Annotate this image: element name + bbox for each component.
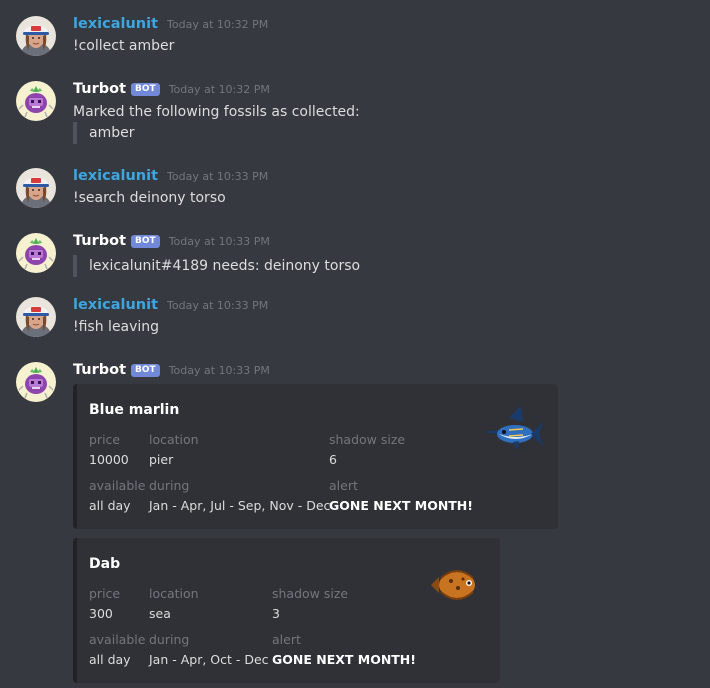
alert-value: GONE NEXT MONTH! bbox=[329, 498, 473, 513]
shadow-size-value: 3 bbox=[272, 606, 280, 621]
location-label: location bbox=[149, 432, 199, 447]
bot-badge: BOT bbox=[131, 364, 160, 377]
shadow-size-label: shadow size bbox=[329, 432, 406, 447]
bot-avatar[interactable] bbox=[16, 362, 56, 402]
embed-title: Dab bbox=[89, 556, 121, 572]
message-header: Turbot BOT Today at 10:33 PM bbox=[73, 362, 270, 379]
turbot-avatar-icon bbox=[16, 362, 56, 402]
blue-marlin-fish-icon[interactable] bbox=[479, 404, 545, 458]
location-value: sea bbox=[149, 606, 171, 621]
price-label: price bbox=[89, 432, 121, 447]
embed-title: Blue marlin bbox=[89, 402, 180, 418]
alert-value: GONE NEXT MONTH! bbox=[272, 652, 416, 667]
location-value: pier bbox=[149, 452, 174, 467]
dab-fish-icon[interactable] bbox=[427, 564, 483, 606]
location-label: location bbox=[149, 586, 199, 601]
fish-embed-blue-marlin: Blue marlin price location shadow size 1… bbox=[73, 384, 558, 529]
during-label: during bbox=[149, 632, 190, 647]
during-value: Jan - Apr, Jul - Sep, Nov - Dec bbox=[149, 498, 331, 513]
alert-label: alert bbox=[272, 632, 301, 647]
shadow-size-label: shadow size bbox=[272, 586, 349, 601]
message: Turbot BOT Today at 10:33 PM Blue marlin… bbox=[0, 0, 710, 688]
available-label: available bbox=[89, 632, 146, 647]
available-label: available bbox=[89, 478, 146, 493]
fish-embed-dab: Dab price location shadow size 300 sea 3… bbox=[73, 538, 500, 683]
price-value: 10000 bbox=[89, 452, 129, 467]
username[interactable]: Turbot bbox=[73, 362, 126, 378]
price-label: price bbox=[89, 586, 121, 601]
during-value: Jan - Apr, Oct - Dec bbox=[149, 652, 269, 667]
during-label: during bbox=[149, 478, 190, 493]
shadow-size-value: 6 bbox=[329, 452, 337, 467]
alert-label: alert bbox=[329, 478, 358, 493]
available-value: all day bbox=[89, 498, 131, 513]
price-value: 300 bbox=[89, 606, 113, 621]
timestamp[interactable]: Today at 10:33 PM bbox=[169, 364, 270, 377]
available-value: all day bbox=[89, 652, 131, 667]
